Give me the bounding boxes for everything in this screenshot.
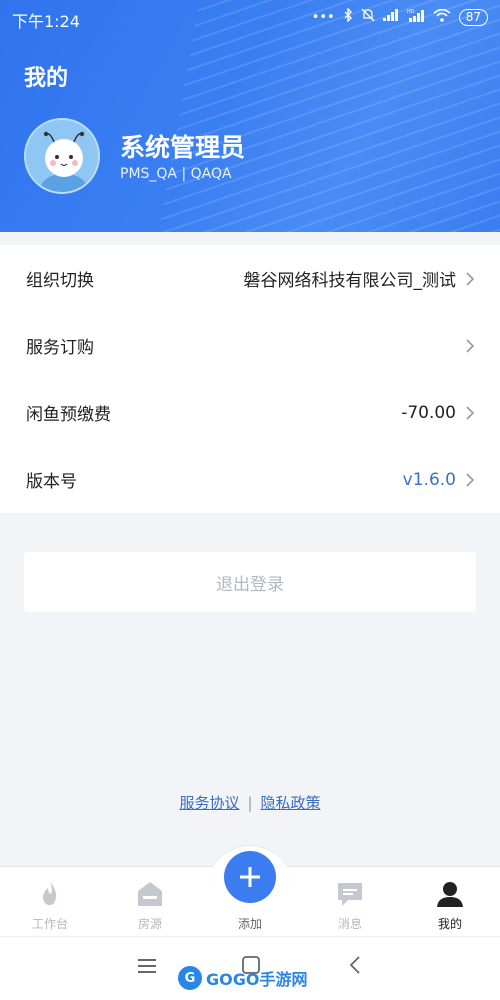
user-name: 系统管理员 <box>120 133 246 162</box>
service-order-label: 服务订购 <box>26 338 94 358</box>
chevron-right-icon <box>466 472 474 487</box>
prepaid-fee-label: 闲鱼预缴费 <box>26 405 111 425</box>
status-bar: 下午1:24 ••• HD 87 <box>0 0 500 36</box>
service-agreement-link[interactable]: 服务协议 <box>179 794 239 812</box>
tab-workbench-label: 工作台 <box>31 917 68 931</box>
flame-icon <box>35 879 65 909</box>
wifi-icon <box>433 8 451 26</box>
user-account: PMS_QA | QAQA <box>120 166 232 182</box>
status-time: 下午1:24 <box>12 12 80 31</box>
signal-icon <box>382 9 399 25</box>
gogo-logo-icon: G <box>178 966 202 990</box>
org-switch-value: 磐谷网络科技有限公司_测试 <box>243 271 457 291</box>
tab-add-label: 添加 <box>237 917 262 931</box>
prepaid-fee-row[interactable]: 闲鱼预缴费 -70.00 <box>0 379 500 446</box>
tab-workbench[interactable]: 工作台 <box>0 867 100 937</box>
menu-nav-icon[interactable] <box>138 955 156 979</box>
org-switch-label: 组织切换 <box>26 271 94 291</box>
tab-listings[interactable]: 房源 <box>100 867 200 937</box>
tab-messages-label: 消息 <box>337 917 362 931</box>
battery-indicator: 87 <box>458 8 488 26</box>
settings-list: 组织切换 磐谷网络科技有限公司_测试 服务订购 闲鱼预缴费 -70.00 版本号… <box>0 245 500 513</box>
watermark-text: GOGO手游网 <box>206 970 308 989</box>
plus-icon <box>240 867 260 887</box>
tab-mine-label: 我的 <box>437 917 462 931</box>
version-row[interactable]: 版本号 v1.6.0 <box>0 446 500 513</box>
user-icon <box>435 879 465 909</box>
tab-mine[interactable]: 我的 <box>400 867 500 937</box>
service-order-row[interactable]: 服务订购 <box>0 312 500 379</box>
profile-header: 下午1:24 ••• HD 87 我的 系统管理员 PMS_QA | QAQA <box>0 0 500 232</box>
dots-icon: ••• <box>311 9 335 25</box>
status-icons: ••• HD 87 <box>311 7 488 26</box>
prepaid-fee-value: -70.00 <box>401 402 456 423</box>
avatar[interactable] <box>24 118 100 194</box>
bluetooth-icon <box>343 7 353 26</box>
message-icon <box>335 879 365 909</box>
org-switch-row[interactable]: 组织切换 磐谷网络科技有限公司_测试 <box>0 245 500 312</box>
tab-listings-label: 房源 <box>137 917 162 931</box>
link-separator: | <box>247 794 253 812</box>
hd-signal-icon: HD <box>407 8 425 26</box>
page-title: 我的 <box>24 66 69 91</box>
tab-messages[interactable]: 消息 <box>300 867 400 937</box>
svg-text:HD: HD <box>407 9 415 15</box>
add-button[interactable] <box>224 851 276 903</box>
version-value: v1.6.0 <box>402 469 456 490</box>
chevron-right-icon <box>466 338 474 353</box>
chevron-right-icon <box>466 271 474 286</box>
privacy-policy-link[interactable]: 隐私政策 <box>261 794 321 812</box>
back-nav-icon[interactable] <box>349 955 360 979</box>
bottom-tab-bar: 工作台 房源 添加 消息 我的 <box>0 845 500 937</box>
version-label: 版本号 <box>26 472 77 492</box>
agreement-links: 服务协议 | 隐私政策 <box>0 792 500 813</box>
watermark: G GOGO手游网 <box>178 966 307 990</box>
avatar-cartoon-icon <box>26 120 98 192</box>
house-icon <box>135 879 165 909</box>
chevron-right-icon <box>466 405 474 420</box>
mute-icon <box>361 8 375 26</box>
logout-button[interactable]: 退出登录 <box>24 552 476 612</box>
